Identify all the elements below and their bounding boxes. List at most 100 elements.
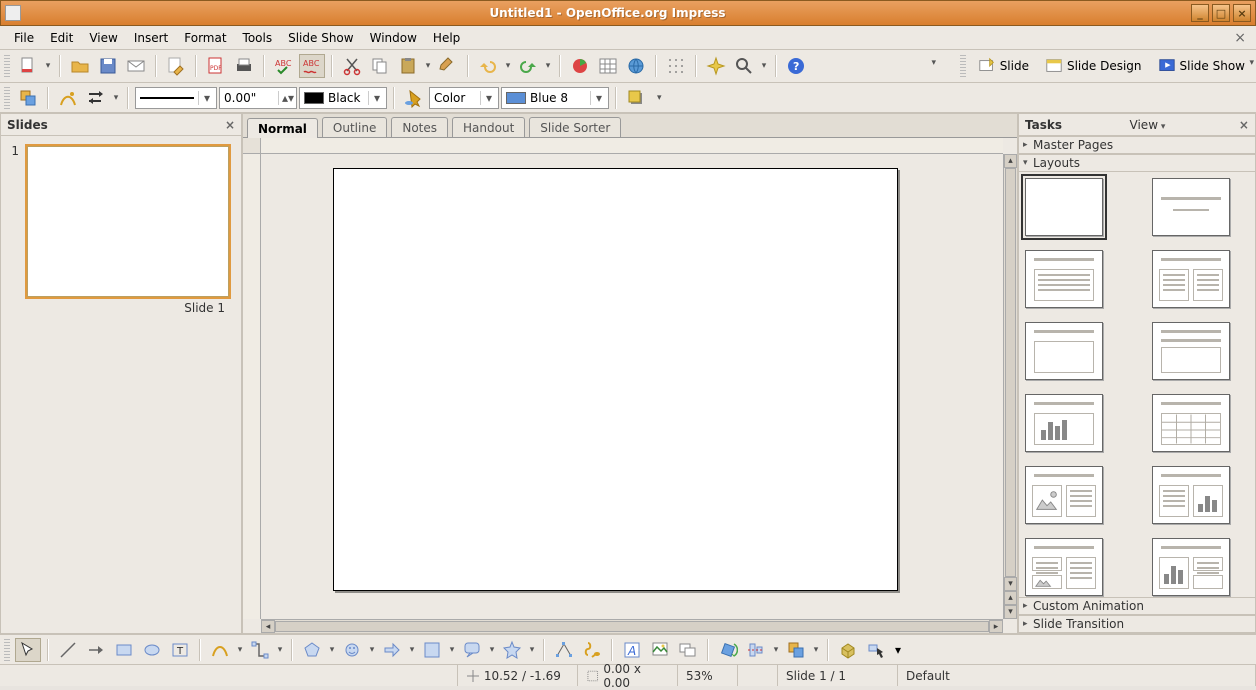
layout-blank[interactable] (1025, 178, 1103, 236)
rotate-tool[interactable] (715, 638, 741, 662)
layout-title-clipart-content[interactable] (1025, 466, 1103, 524)
save-button[interactable] (95, 54, 121, 78)
close-slides-panel-button[interactable]: × (225, 118, 235, 132)
hyperlink-button[interactable] (623, 54, 649, 78)
line-color-combo[interactable]: Black ▾ (299, 87, 387, 109)
symbol-shapes-tool[interactable] (339, 638, 365, 662)
presentation-toolbar-overflow[interactable]: ▾ (1249, 58, 1254, 68)
section-slide-transition[interactable]: Slide Transition (1019, 615, 1255, 633)
menu-view[interactable]: View (81, 28, 125, 48)
text-tool[interactable]: T (167, 638, 193, 662)
navigator-button[interactable] (703, 54, 729, 78)
layout-title-two-content[interactable] (1152, 250, 1230, 308)
close-document-button[interactable]: × (1230, 30, 1250, 46)
slides-panel-body[interactable]: 1 Slide 1 (1, 136, 241, 633)
chart-button[interactable] (567, 54, 593, 78)
line-style-combo[interactable]: ▾ (135, 87, 217, 109)
tasks-view-menu[interactable]: View (1130, 118, 1166, 132)
shadow-button[interactable] (623, 86, 649, 110)
basic-shapes-tool[interactable] (299, 638, 325, 662)
fill-mode-combo[interactable]: Color ▾ (429, 87, 499, 109)
fontwork-tool[interactable]: A (619, 638, 645, 662)
gluepoints-tool[interactable] (579, 638, 605, 662)
copy-button[interactable] (367, 54, 393, 78)
redo-dropdown[interactable]: ▾ (543, 54, 553, 78)
arrow-tool[interactable] (83, 638, 109, 662)
zoom-button[interactable] (731, 54, 757, 78)
alignment-dropdown[interactable]: ▾ (771, 638, 781, 662)
block-arrows-tool[interactable] (379, 638, 405, 662)
callout-tool[interactable] (459, 638, 485, 662)
block-arrows-dropdown[interactable]: ▾ (407, 638, 417, 662)
rectangle-tool[interactable] (111, 638, 137, 662)
toolbar-overflow[interactable]: ▾ (657, 93, 662, 103)
scroll-track[interactable] (275, 620, 989, 633)
line-width-combo[interactable]: 0.00" ▴▾ (219, 87, 297, 109)
section-custom-animation[interactable]: Custom Animation (1019, 597, 1255, 615)
vertical-ruler[interactable] (243, 154, 261, 619)
tab-outline[interactable]: Outline (322, 117, 387, 137)
layout-title[interactable] (1152, 178, 1230, 236)
minimize-button[interactable]: _ (1191, 4, 1209, 22)
points-tool[interactable] (551, 638, 577, 662)
scroll-right-button[interactable]: ▸ (989, 620, 1003, 633)
drawing-toolbar-overflow[interactable]: ▾ (895, 643, 901, 657)
arrow-style-button[interactable] (83, 86, 109, 110)
layout-title-table[interactable] (1152, 394, 1230, 452)
horizontal-ruler[interactable] (261, 138, 1003, 154)
slide-canvas[interactable] (333, 168, 898, 591)
undo-dropdown[interactable]: ▾ (503, 54, 513, 78)
slide-thumbnail[interactable] (25, 144, 231, 299)
ellipse-tool[interactable] (139, 638, 165, 662)
zoom-dropdown[interactable]: ▾ (759, 54, 769, 78)
menu-window[interactable]: Window (362, 28, 425, 48)
redo-button[interactable] (515, 54, 541, 78)
menu-help[interactable]: Help (425, 28, 468, 48)
tab-handout[interactable]: Handout (452, 117, 525, 137)
callout-dropdown[interactable]: ▾ (487, 638, 497, 662)
curve-dropdown[interactable]: ▾ (235, 638, 245, 662)
arrange-dropdown[interactable]: ▾ (811, 638, 821, 662)
arrow-style-dropdown[interactable]: ▾ (111, 86, 121, 110)
scroll-track[interactable] (1004, 168, 1017, 577)
menu-insert[interactable]: Insert (126, 28, 176, 48)
toolbar-grip[interactable] (4, 87, 10, 109)
print-button[interactable] (231, 54, 257, 78)
layout-title-chart[interactable] (1025, 394, 1103, 452)
paste-dropdown[interactable]: ▾ (423, 54, 433, 78)
close-window-button[interactable]: × (1233, 4, 1251, 22)
gallery-tool[interactable] (675, 638, 701, 662)
status-zoom[interactable]: 53% (678, 665, 738, 686)
stars-dropdown[interactable]: ▾ (527, 638, 537, 662)
from-file-tool[interactable] (647, 638, 673, 662)
vertical-scrollbar[interactable]: ▴ ▾ ▴ ▾ (1003, 154, 1017, 619)
scroll-thumb[interactable] (1005, 168, 1016, 577)
edit-file-button[interactable] (163, 54, 189, 78)
menu-file[interactable]: File (6, 28, 42, 48)
arrange-button[interactable] (15, 86, 41, 110)
status-template[interactable]: Default (898, 665, 1256, 686)
basic-shapes-dropdown[interactable]: ▾ (327, 638, 337, 662)
layout-title-content-chart[interactable] (1152, 466, 1230, 524)
connector-dropdown[interactable]: ▾ (275, 638, 285, 662)
line-style-button[interactable] (55, 86, 81, 110)
new-dropdown[interactable]: ▾ (43, 54, 53, 78)
open-button[interactable] (67, 54, 93, 78)
grid-button[interactable] (663, 54, 689, 78)
layout-title-object[interactable] (1152, 322, 1230, 380)
paste-button[interactable] (395, 54, 421, 78)
export-pdf-button[interactable]: PDF (203, 54, 229, 78)
scroll-up-button[interactable]: ▴ (1004, 154, 1017, 168)
tab-slide-sorter[interactable]: Slide Sorter (529, 117, 621, 137)
layout-title-content-clipart[interactable] (1025, 538, 1103, 596)
menu-format[interactable]: Format (176, 28, 234, 48)
menu-tools[interactable]: Tools (235, 28, 281, 48)
insert-slide-button[interactable]: Slide (971, 53, 1036, 79)
toolbar-grip[interactable] (960, 55, 966, 77)
autospellcheck-button[interactable]: ABC (299, 54, 325, 78)
extrusion-tool[interactable] (835, 638, 861, 662)
layout-title-only[interactable] (1025, 322, 1103, 380)
section-layouts[interactable]: Layouts (1019, 154, 1255, 172)
scroll-thumb[interactable] (275, 621, 989, 632)
layout-title-content[interactable] (1025, 250, 1103, 308)
